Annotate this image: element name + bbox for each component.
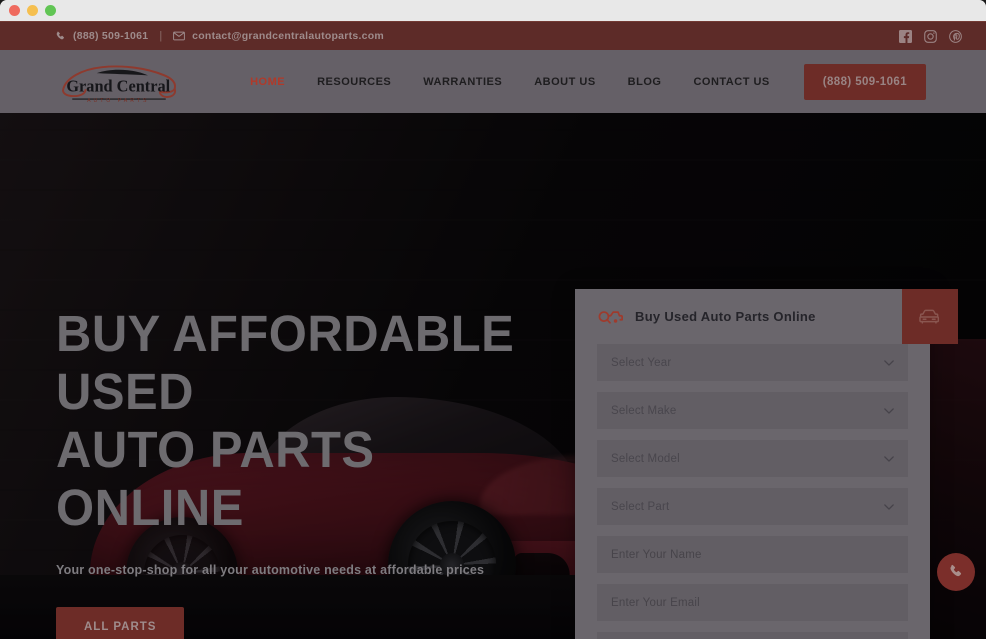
quote-form-card: Buy Used Auto Parts Online Select Year S… [575,289,958,639]
quote-form-body: Select Year Select Make Select Model Sel… [575,344,930,639]
top-contact-bar: (888) 509-1061 | contact@grandcentralaut… [0,21,986,50]
name-input-placeholder: Enter Your Name [611,548,702,561]
facebook-icon[interactable] [899,29,912,43]
phone-input[interactable]: Enter Your Phone [597,632,908,639]
site-logo[interactable]: Grand Central AUTO PARTS [55,59,183,105]
topbar-email-link[interactable]: contact@grandcentralautoparts.com [173,30,384,42]
select-part-label: Select Part [611,500,670,513]
nav-item-warranties[interactable]: WARRANTIES [407,76,518,88]
contact-info-group: (888) 509-1061 | contact@grandcentralaut… [55,30,384,42]
quote-form-title: Buy Used Auto Parts Online [635,309,816,324]
chevron-down-icon [884,407,894,414]
chevron-down-icon [884,503,894,510]
chevron-down-icon [884,359,894,366]
nav-item-resources[interactable]: RESOURCES [301,76,407,88]
browser-window: (888) 509-1061 | contact@grandcentralaut… [0,0,986,639]
nav-item-home[interactable]: HOME [234,76,301,88]
select-make-field[interactable]: Select Make [597,392,908,429]
hero-headline: BUY AFFORDABLE USED AUTO PARTS ONLINE [56,305,515,536]
topbar-separator: | [159,30,163,42]
email-input[interactable]: Enter Your Email [597,584,908,621]
nav-item-about-us[interactable]: ABOUT US [518,76,611,88]
topbar-phone-text: (888) 509-1061 [73,30,149,42]
pinterest-icon[interactable] [949,29,962,43]
hero-section: BUY AFFORDABLE USED AUTO PARTS ONLINE Yo… [0,113,986,639]
envelope-icon [173,31,186,41]
car-search-icon [598,310,623,324]
hero-copy-block: BUY AFFORDABLE USED AUTO PARTS ONLINE Yo… [56,305,576,639]
chevron-down-icon [884,455,894,462]
select-model-field[interactable]: Select Model [597,440,908,477]
select-part-field[interactable]: Select Part [597,488,908,525]
phone-icon [56,31,65,39]
hero-subheadline: Your one-stop-shop for all your automoti… [56,563,485,577]
email-input-placeholder: Enter Your Email [611,596,700,609]
main-navigation: HOME RESOURCES WARRANTIES ABOUT US BLOG … [234,63,926,100]
site-header: Grand Central AUTO PARTS HOME RESOURCES … [0,50,986,113]
nav-item-blog[interactable]: BLOG [612,76,678,88]
quote-form-tab-button[interactable] [902,289,958,344]
select-year-label: Select Year [611,356,672,369]
logo-graphic: Grand Central AUTO PARTS [62,64,177,104]
name-input[interactable]: Enter Your Name [597,536,908,573]
browser-titlebar [0,0,986,21]
window-close-button[interactable] [9,5,20,16]
quote-form-header: Buy Used Auto Parts Online [575,289,958,344]
window-minimize-button[interactable] [27,5,38,16]
logo-brand-text: Grand Central [66,76,170,95]
instagram-icon[interactable] [924,29,937,43]
floating-call-button[interactable] [937,553,975,591]
logo-sub-text: AUTO PARTS [87,98,149,104]
social-links-group [899,29,962,43]
select-year-field[interactable]: Select Year [597,344,908,381]
select-make-label: Select Make [611,404,677,417]
window-maximize-button[interactable] [45,5,56,16]
phone-icon [950,564,962,577]
nav-item-contact-us[interactable]: CONTACT US [677,76,785,88]
page-viewport: (888) 509-1061 | contact@grandcentralaut… [0,21,986,639]
topbar-email-text: contact@grandcentralautoparts.com [192,30,384,42]
select-model-label: Select Model [611,452,680,465]
all-parts-button[interactable]: ALL PARTS [56,607,185,639]
topbar-phone-link[interactable]: (888) 509-1061 [55,30,148,42]
header-phone-button[interactable]: (888) 509-1061 [803,63,926,100]
car-front-icon [919,309,940,324]
